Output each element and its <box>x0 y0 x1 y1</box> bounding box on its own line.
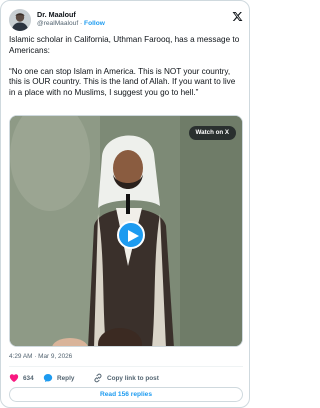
handle-separator: · <box>80 20 83 27</box>
like-count: 634 <box>23 374 34 382</box>
like-button[interactable]: 634 <box>9 372 34 384</box>
post-text: Islamic scholar in California, Uthman Fa… <box>9 35 243 109</box>
post-card: Dr. Maalouf @realMaalouf · Follow Islami… <box>0 0 250 408</box>
follow-button[interactable]: Follow <box>84 20 105 27</box>
video-player[interactable]: Watch on X <box>9 115 243 347</box>
author-block: Dr. Maalouf @realMaalouf · Follow <box>37 10 105 28</box>
post-text-intro: Islamic scholar in California, Uthman Fa… <box>9 35 240 55</box>
avatar[interactable] <box>9 9 31 31</box>
author-handle-line: @realMaalouf · Follow <box>37 19 105 28</box>
read-replies-button[interactable]: Read 156 replies <box>9 387 243 402</box>
copy-link-button[interactable]: Copy link to post <box>93 372 159 384</box>
reply-button[interactable]: Reply <box>43 372 74 384</box>
reply-label: Reply <box>57 374 75 382</box>
link-icon <box>94 373 102 383</box>
play-button[interactable] <box>117 221 145 249</box>
post-text-quote: “No one can stop Islam in America. This … <box>9 66 236 97</box>
author-display-name[interactable]: Dr. Maalouf <box>37 10 105 19</box>
action-bar: 634 Reply Copy link to post <box>9 372 243 384</box>
author-handle[interactable]: @realMaalouf <box>37 20 78 27</box>
x-logo-icon[interactable] <box>232 11 243 22</box>
play-icon <box>128 230 139 242</box>
divider <box>9 366 243 367</box>
post-timestamp[interactable]: 4:29 AM · Mar 9, 2026 <box>9 353 72 360</box>
post-header: Dr. Maalouf @realMaalouf · Follow <box>9 9 243 33</box>
copy-link-label: Copy link to post <box>107 374 159 382</box>
watch-on-x-button[interactable]: Watch on X <box>188 126 236 140</box>
reply-icon <box>43 374 53 382</box>
heart-icon <box>9 374 19 382</box>
